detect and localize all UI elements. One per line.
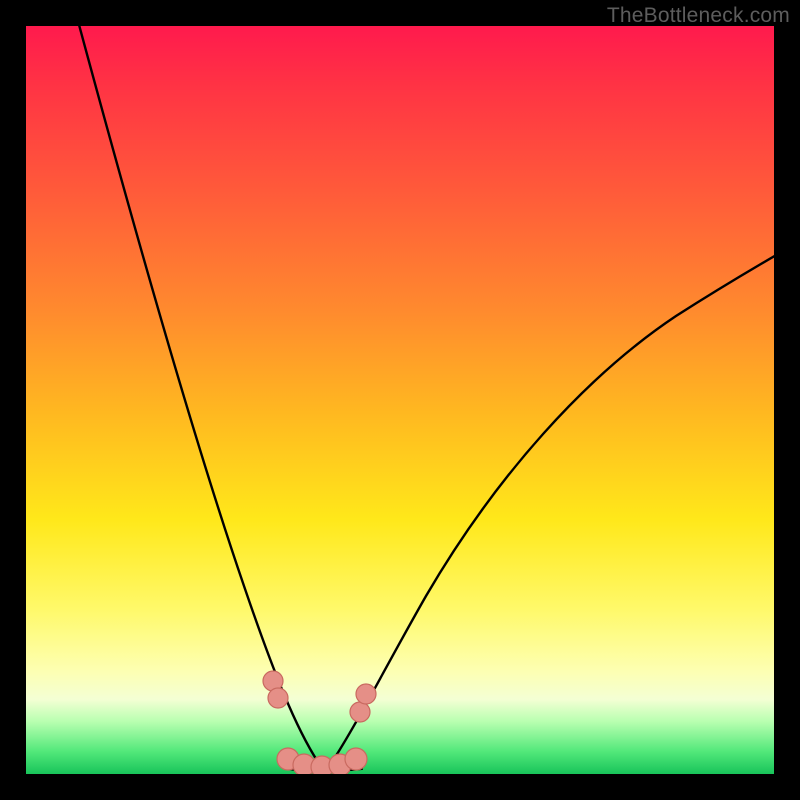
left-curve xyxy=(78,26,318,762)
outer-frame: TheBottleneck.com xyxy=(0,0,800,800)
watermark-text: TheBottleneck.com xyxy=(607,4,790,28)
plot-area xyxy=(26,26,774,774)
marker-dot xyxy=(356,684,376,704)
chart-svg xyxy=(26,26,774,774)
marker-dot xyxy=(268,688,288,708)
marker-group xyxy=(263,671,376,774)
marker-dot xyxy=(345,748,367,770)
right-curve xyxy=(332,254,774,762)
marker-dot xyxy=(350,702,370,722)
